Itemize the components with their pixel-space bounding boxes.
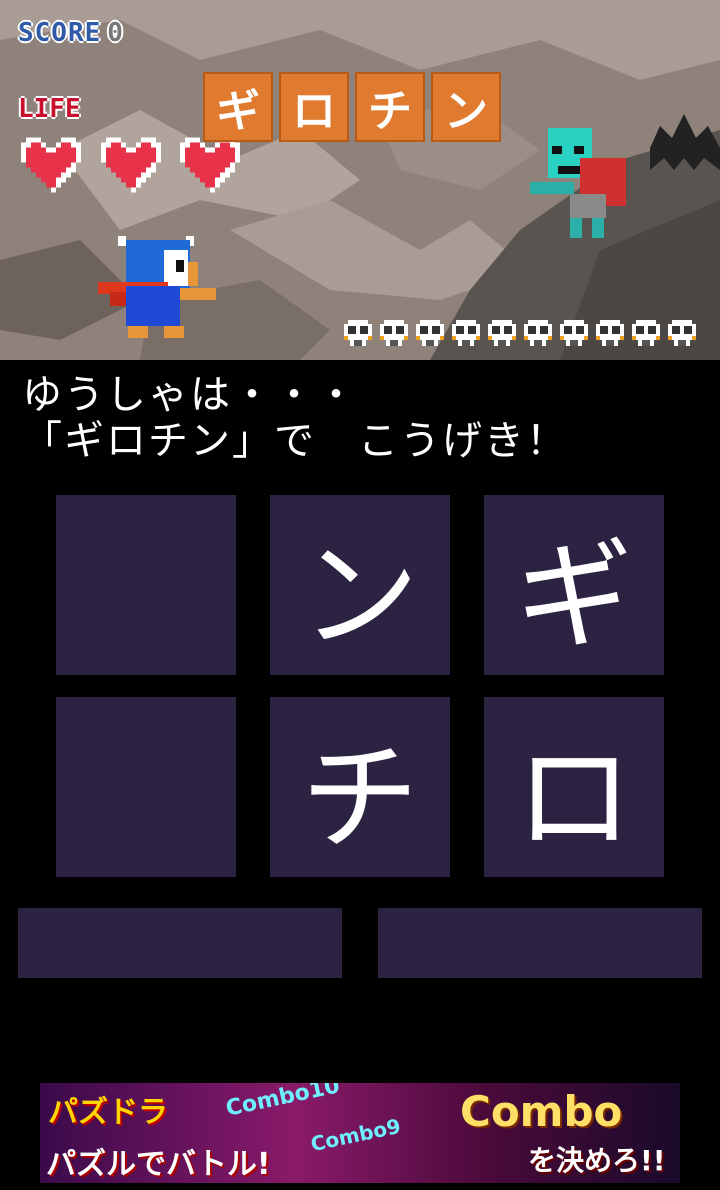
ad-combo-9: Combo9 xyxy=(308,1113,403,1157)
skull-icon xyxy=(632,320,660,346)
ad-combo-10: Combo10 xyxy=(223,1083,343,1122)
game-scene: SCORE 0 LIFE ギ ロ チ ン xyxy=(0,0,720,360)
letter-tile-glyph: ギ xyxy=(514,526,633,665)
letter-tile-glyph: チ xyxy=(300,728,419,867)
letter-tile-glyph xyxy=(56,495,236,675)
action-button-right[interactable] xyxy=(378,908,702,978)
heart-icon xyxy=(21,137,81,193)
skull-icon xyxy=(524,320,552,346)
letter-tile-3[interactable]: ギ xyxy=(484,495,664,675)
word-tile: ン xyxy=(431,72,501,142)
action-button-left[interactable] xyxy=(18,908,342,978)
heart-icon xyxy=(100,137,161,193)
word-tile: チ xyxy=(355,72,425,142)
score-label: SCORE xyxy=(18,18,102,48)
letter-tile-6[interactable]: ロ xyxy=(484,697,664,877)
score-value: 0 xyxy=(107,18,124,48)
letter-tile-glyph: ロ xyxy=(514,728,633,867)
skull-icon xyxy=(596,320,624,346)
skull-icon xyxy=(380,320,408,346)
skull-icon xyxy=(452,320,480,346)
skull-icon xyxy=(560,320,588,346)
ad-brand: パズドラ xyxy=(48,1095,168,1130)
letter-tile-glyph: ン xyxy=(300,526,419,665)
life-label: LIFE xyxy=(18,94,81,124)
letter-tile-glyph xyxy=(56,697,236,877)
enemy-counter xyxy=(342,318,698,348)
skull-icon xyxy=(668,320,696,346)
ad-tagline: パズルでバトル! xyxy=(46,1147,271,1182)
message-line-2: 「ギロチン」で こうげき！ xyxy=(22,418,568,464)
letter-tile-4[interactable] xyxy=(56,697,236,877)
letter-tile-5[interactable]: チ xyxy=(270,697,450,877)
bat-silhouette xyxy=(650,114,720,170)
ad-combo: Combo xyxy=(460,1087,623,1136)
word-tile: ギ xyxy=(203,72,273,142)
word-tile: ロ xyxy=(279,72,349,142)
hero-sprite xyxy=(98,236,216,338)
skull-icon xyxy=(416,320,444,346)
zombie-enemy-sprite xyxy=(530,128,626,238)
score-display: SCORE 0 xyxy=(18,18,124,48)
battle-message: ゆうしゃは・・・ 「ギロチン」で こうげき！ xyxy=(22,372,568,464)
letter-tile-1[interactable] xyxy=(56,495,236,675)
ad-banner[interactable]: パズドラ パズルでバトル! Combo10 Combo9 Combo を決めろ!… xyxy=(40,1083,680,1183)
target-word: ギ ロ チ ン xyxy=(203,72,501,142)
letter-tile-2[interactable]: ン xyxy=(270,495,450,675)
skull-icon xyxy=(488,320,516,346)
skull-icon xyxy=(344,320,372,346)
message-line-1: ゆうしゃは・・・ xyxy=(22,372,358,418)
life-hearts xyxy=(16,132,245,206)
ad-call-to-action: を決めろ!! xyxy=(528,1144,666,1177)
